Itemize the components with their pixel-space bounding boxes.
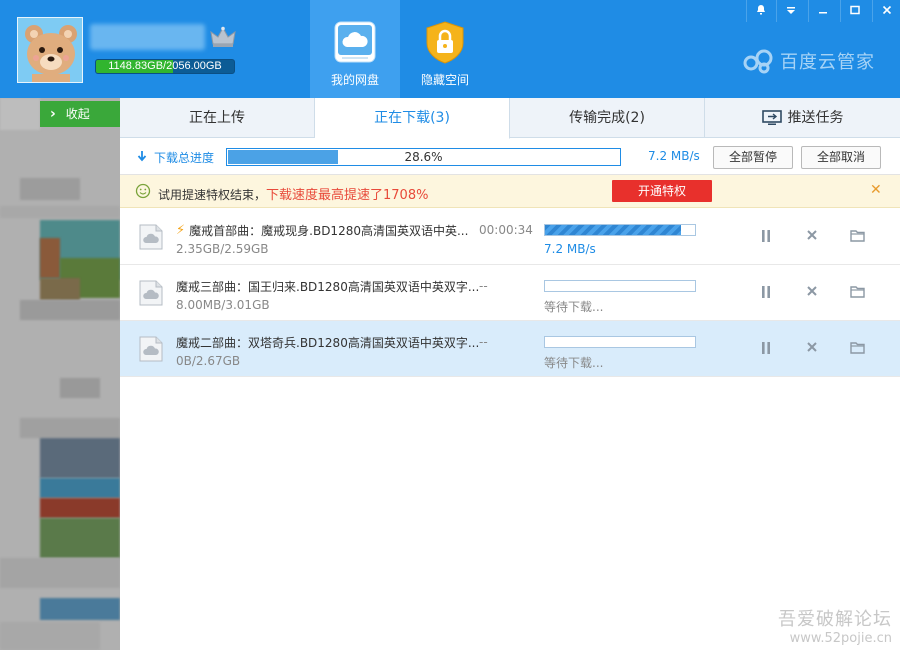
maximize-icon bbox=[849, 5, 860, 15]
file-size: 0B/2.67GB bbox=[176, 354, 241, 368]
download-arrow-icon bbox=[137, 151, 147, 162]
menu-dropdown-button[interactable] bbox=[776, 0, 804, 22]
forum-watermark: 吾爱破解论坛 www.52pojie.cn bbox=[778, 605, 892, 646]
sidebar-blurred bbox=[0, 98, 120, 650]
watermark-url: www.52pojie.cn bbox=[789, 631, 892, 646]
tab-completed[interactable]: 传输完成(2) bbox=[510, 98, 705, 138]
upgrade-privilege-button[interactable]: 开通特权 bbox=[612, 180, 712, 202]
cancel-icon[interactable] bbox=[804, 341, 820, 357]
total-progress-row: 下载总进度 28.6% 7.2 MB/s 全部暂停 全部取消 bbox=[120, 139, 900, 175]
pause-icon[interactable] bbox=[758, 285, 774, 301]
folder-icon[interactable] bbox=[849, 229, 865, 245]
minimize-icon bbox=[818, 12, 827, 14]
bell-icon bbox=[756, 5, 765, 15]
cloud-file-icon bbox=[139, 336, 163, 362]
time-remaining: -- bbox=[479, 279, 488, 293]
nav-hidden-space[interactable]: 隐藏空间 bbox=[400, 0, 490, 98]
download-list: ⚡ 魔戒首部曲：魔戒现身.BD1280高清国英双语中英... 2.35GB/2.… bbox=[120, 209, 900, 377]
cloud-file-icon bbox=[139, 224, 163, 250]
file-name: ⚡ 魔戒首部曲：魔戒现身.BD1280高清国英双语中英... bbox=[176, 222, 468, 239]
notification-bell-button[interactable] bbox=[746, 0, 774, 22]
lock-icon bbox=[422, 19, 468, 65]
tab-uploading[interactable]: 正在上传 bbox=[120, 98, 315, 138]
minimize-button[interactable] bbox=[808, 0, 836, 22]
avatar[interactable] bbox=[17, 17, 83, 83]
download-status: 等待下载... bbox=[544, 300, 604, 314]
monitor-icon bbox=[761, 110, 782, 125]
cloud-icon bbox=[332, 19, 378, 65]
time-remaining: 00:00:34 bbox=[479, 223, 533, 237]
collapse-label: 收起 bbox=[65, 107, 90, 121]
file-name: 魔戒二部曲：双塔奇兵.BD1280高清国英双语中英双字... bbox=[176, 334, 479, 351]
file-progress-fill bbox=[545, 225, 682, 235]
chevron-right-icon: › bbox=[50, 106, 56, 122]
nav-hidden-space-label: 隐藏空间 bbox=[420, 73, 469, 87]
total-progress-label: 下载总进度 bbox=[154, 151, 215, 165]
crown-icon[interactable] bbox=[210, 26, 236, 48]
collapse-button[interactable]: › 收起 bbox=[40, 101, 120, 127]
notice-speed-highlight: 下载速度最高提速了1708% bbox=[266, 188, 429, 203]
file-name-text: 魔戒三部曲：国王归来.BD1280高清国英双语中英双字... bbox=[176, 280, 480, 294]
download-speed: 7.2 MB/s bbox=[544, 242, 596, 256]
smiley-icon bbox=[135, 183, 151, 199]
file-name-text: 魔戒首部曲：魔戒现身.BD1280高清国英双语中英... bbox=[189, 224, 469, 238]
cancel-all-button[interactable]: 全部取消 bbox=[801, 146, 881, 169]
notice-close-icon[interactable]: ✕ bbox=[870, 182, 882, 198]
title-bar: 1148.83GB/2056.00GB 我的网盘 隐藏空间 百度云管家 bbox=[0, 0, 900, 98]
file-progress-bar bbox=[544, 280, 696, 292]
download-row[interactable]: 魔戒二部曲：双塔奇兵.BD1280高清国英双语中英双字... 0B/2.67GB… bbox=[120, 321, 900, 377]
pause-all-button[interactable]: 全部暂停 bbox=[713, 146, 793, 169]
cancel-icon[interactable] bbox=[804, 285, 820, 301]
storage-quota-text: 1148.83GB/2056.00GB bbox=[108, 60, 222, 72]
file-name-text: 魔戒二部曲：双塔奇兵.BD1280高清国英双语中英双字... bbox=[176, 336, 480, 350]
tab-push-tasks-label: 推送任务 bbox=[787, 110, 844, 126]
cancel-icon[interactable] bbox=[804, 229, 820, 245]
file-size: 8.00MB/3.01GB bbox=[176, 298, 270, 312]
brand-logo: 百度云管家 bbox=[742, 48, 875, 74]
total-progress-bar: 28.6% bbox=[226, 148, 621, 166]
download-row[interactable]: ⚡ 魔戒首部曲：魔戒现身.BD1280高清国英双语中英... 2.35GB/2.… bbox=[120, 209, 900, 265]
storage-quota-bar: 1148.83GB/2056.00GB bbox=[95, 59, 235, 74]
time-remaining: -- bbox=[479, 335, 488, 349]
notice-text: 试用提速特权结束，下载速度最高提速了1708% bbox=[158, 184, 428, 203]
watermark-title: 吾爱破解论坛 bbox=[778, 609, 892, 630]
file-progress-bar bbox=[544, 224, 696, 236]
download-status: 等待下载... bbox=[544, 356, 604, 370]
file-name: 魔戒三部曲：国王归来.BD1280高清国英双语中英双字... bbox=[176, 278, 479, 295]
username-blurred bbox=[90, 24, 205, 50]
baidu-cloud-logo-icon bbox=[743, 49, 773, 74]
folder-icon[interactable] bbox=[849, 341, 865, 357]
download-row[interactable]: 魔戒三部曲：国王归来.BD1280高清国英双语中英双字... 8.00MB/3.… bbox=[120, 265, 900, 321]
speedup-notice-bar: 试用提速特权结束，下载速度最高提速了1708% 开通特权 ✕ bbox=[120, 175, 900, 208]
pause-icon[interactable] bbox=[758, 341, 774, 357]
maximize-button[interactable] bbox=[840, 0, 868, 22]
tab-push-tasks[interactable]: 推送任务 bbox=[705, 98, 900, 138]
folder-icon[interactable] bbox=[849, 285, 865, 301]
nav-my-disk[interactable]: 我的网盘 bbox=[310, 0, 400, 98]
tab-downloading[interactable]: 正在下载(3) bbox=[315, 98, 510, 139]
total-progress-percent: 28.6% bbox=[404, 150, 443, 164]
lightning-accelerated-icon: ⚡ bbox=[176, 223, 186, 238]
close-button[interactable] bbox=[872, 0, 900, 22]
pause-icon[interactable] bbox=[758, 229, 774, 245]
nav-my-disk-label: 我的网盘 bbox=[330, 73, 379, 87]
cloud-file-icon bbox=[139, 280, 163, 306]
file-size: 2.35GB/2.59GB bbox=[176, 242, 269, 256]
transfer-tabs: 正在上传 正在下载(3) 传输完成(2) 推送任务 bbox=[120, 98, 900, 139]
dropdown-icon bbox=[786, 7, 795, 14]
file-progress-bar bbox=[544, 336, 696, 348]
close-icon bbox=[882, 5, 891, 15]
notice-message: 试用提速特权结束， bbox=[158, 188, 267, 202]
total-speed: 7.2 MB/s bbox=[648, 149, 700, 163]
brand-name: 百度云管家 bbox=[780, 52, 875, 73]
